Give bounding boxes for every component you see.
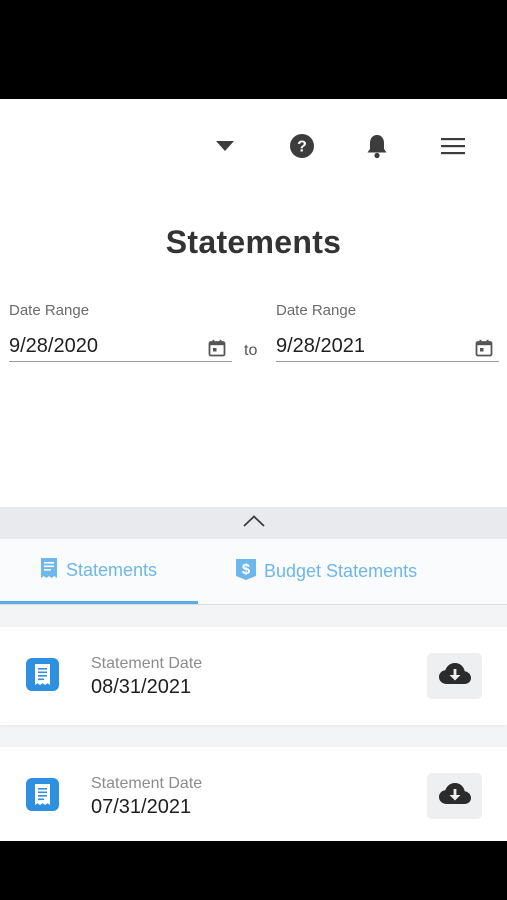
- statement-date-label: Statement Date: [91, 775, 203, 792]
- tab-budget-statements[interactable]: $ Budget Statements: [233, 539, 493, 604]
- date-range-from-label: Date Range: [9, 302, 90, 319]
- svg-text:$: $: [242, 561, 251, 578]
- download-button[interactable]: [427, 773, 482, 819]
- cloud-download-icon: [438, 662, 472, 691]
- date-range-from-value: 9/28/2020: [9, 335, 98, 357]
- date-range-from[interactable]: Date Range 9/28/2020: [9, 302, 232, 362]
- bottom-black-bar: [0, 841, 507, 900]
- statement-date-value: 07/31/2021: [91, 796, 192, 818]
- statement-date-label: Statement Date: [91, 655, 203, 672]
- date-range-to-label: Date Range: [276, 302, 357, 319]
- app-header: ?: [0, 99, 507, 194]
- svg-text:?: ?: [297, 139, 307, 156]
- statement-date-value: 08/31/2021: [91, 676, 192, 698]
- app-screen: ? Statements Date Range 9/28/2020 to Dat…: [0, 99, 507, 841]
- statement-tabs: Statements $ Budget Statements: [0, 539, 507, 605]
- top-black-bar: [0, 0, 507, 99]
- page-title: Statements: [165, 224, 342, 260]
- statement-doc-icon: [26, 658, 59, 691]
- statement-row[interactable]: Statement Date 08/31/2021: [0, 627, 507, 725]
- calendar-icon[interactable]: [475, 339, 493, 357]
- chevron-up-icon: [242, 514, 265, 532]
- collapse-filters-button[interactable]: [0, 507, 507, 539]
- date-range-from-input[interactable]: 9/28/2020: [9, 334, 232, 362]
- bell-icon[interactable]: [362, 131, 392, 161]
- chevron-down-icon[interactable]: [210, 131, 240, 161]
- calendar-icon[interactable]: [208, 339, 226, 357]
- tab-statements-label: Statements: [66, 559, 158, 580]
- statement-doc-icon: [26, 778, 59, 811]
- statement-row[interactable]: Statement Date 07/31/2021: [0, 747, 507, 841]
- tab-budget-statements-label: Budget Statements: [264, 561, 418, 581]
- help-icon[interactable]: ?: [287, 131, 317, 161]
- filter-panel: Statements Date Range 9/28/2020 to Date: [0, 194, 507, 507]
- date-range-to-value: 9/28/2021: [276, 335, 365, 357]
- date-range-to[interactable]: Date Range 9/28/2021: [276, 302, 499, 362]
- download-button[interactable]: [427, 653, 482, 699]
- cloud-download-icon: [438, 782, 472, 811]
- budget-dollar-icon: $: [233, 556, 259, 587]
- date-range-separator: to: [244, 342, 258, 359]
- date-range-to-input[interactable]: 9/28/2021: [276, 334, 499, 362]
- tab-statements[interactable]: Statements: [0, 539, 198, 604]
- hamburger-menu-icon[interactable]: [438, 131, 468, 161]
- statement-doc-icon: [37, 556, 61, 585]
